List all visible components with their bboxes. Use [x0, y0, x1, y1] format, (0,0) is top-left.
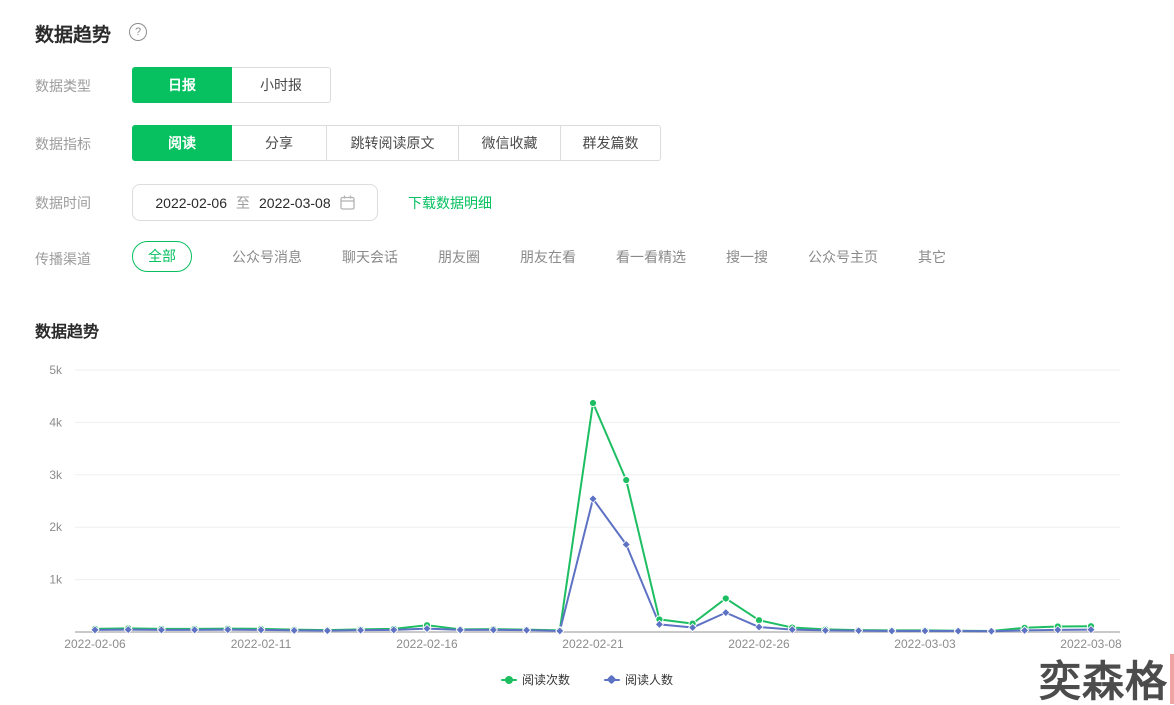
tab-wechat-favorite[interactable]: 微信收藏 [459, 125, 561, 161]
calendar-icon [339, 195, 355, 210]
data-point [721, 608, 731, 618]
series-line-阅读次数 [94, 402, 1092, 632]
y-tick-label: 5k [49, 363, 63, 377]
data-metric-label: 数据指标 [35, 136, 91, 152]
channel-chat[interactable]: 聊天会话 [342, 247, 398, 267]
data-type-tabs: 日报 小时报 [132, 67, 331, 103]
date-range-input[interactable]: 2022-02-06 至 2022-03-08 [132, 184, 378, 221]
download-data-link[interactable]: 下载数据明细 [408, 193, 492, 213]
channel-label: 传播渠道 [35, 251, 91, 267]
page-title: 数据趋势 [35, 25, 112, 46]
tab-daily-report[interactable]: 日报 [132, 67, 232, 103]
legend-label: 阅读人数 [625, 673, 674, 687]
trend-line-chart: 1k 2k 3k 4k 5k 2022-02-06 2022-02-11 2022-02-16… [49, 363, 1122, 651]
channel-other[interactable]: 其它 [918, 247, 946, 267]
watermark-edge-fragment [1170, 654, 1174, 704]
data-metric-tabs: 阅读 分享 跳转阅读原文 微信收藏 群发篇数 [132, 125, 661, 161]
watermark-text: 奕森格 [1038, 658, 1168, 705]
y-tick-label: 2k [49, 520, 63, 534]
tab-share[interactable]: 分享 [232, 125, 327, 161]
tab-read[interactable]: 阅读 [132, 125, 232, 161]
date-to-label: 至 [236, 194, 250, 211]
channel-search[interactable]: 搜一搜 [726, 247, 768, 267]
data-point [588, 398, 598, 408]
date-end: 2022-03-08 [259, 194, 331, 211]
y-tick-label: 4k [49, 415, 63, 429]
channel-moments[interactable]: 朋友圈 [438, 247, 480, 267]
x-tick-label: 2022-03-03 [894, 637, 956, 651]
tab-jump-original[interactable]: 跳转阅读原文 [327, 125, 459, 161]
tab-mass-send-count[interactable]: 群发篇数 [561, 125, 661, 161]
legend-label: 阅读次数 [521, 673, 570, 687]
x-tick-label: 2022-02-06 [64, 637, 126, 651]
data-point [754, 622, 764, 632]
x-tick-label: 2022-03-08 [1060, 637, 1122, 651]
date-start: 2022-02-06 [155, 194, 227, 211]
x-tick-label: 2022-02-11 [231, 637, 292, 651]
channel-friends-reading[interactable]: 朋友在看 [520, 247, 576, 267]
data-type-label: 数据类型 [35, 78, 91, 94]
data-point [721, 594, 730, 603]
y-tick-label: 3k [49, 468, 63, 482]
channel-account-message[interactable]: 公众号消息 [232, 247, 302, 267]
legend-item-阅读人数[interactable]: 阅读人数 [604, 671, 673, 688]
x-tick-label: 2022-02-26 [728, 637, 790, 651]
x-tick-label: 2022-02-21 [562, 637, 624, 651]
chart-legend: 阅读次数 阅读人数 [0, 671, 1174, 688]
help-icon[interactable]: ? [129, 23, 147, 41]
chart-section-title: 数据趋势 [35, 324, 100, 341]
tab-hourly-report[interactable]: 小时报 [232, 67, 331, 103]
series-line-阅读人数 [94, 497, 1092, 633]
channel-account-home[interactable]: 公众号主页 [808, 247, 878, 267]
circle-marker-icon [500, 675, 517, 685]
data-point [622, 475, 631, 485]
data-time-label: 数据时间 [35, 195, 91, 211]
channel-all[interactable]: 全部 [132, 241, 192, 272]
channel-top-stories[interactable]: 看一看精选 [616, 247, 686, 267]
legend-item-阅读次数[interactable]: 阅读次数 [500, 671, 570, 688]
diamond-marker-icon [604, 674, 620, 685]
y-tick-label: 1k [49, 573, 63, 587]
channel-filter: 全部 公众号消息 聊天会话 朋友圈 朋友在看 看一看精选 搜一搜 公众号主页 其… [132, 241, 946, 272]
x-tick-label: 2022-02-16 [396, 637, 458, 651]
